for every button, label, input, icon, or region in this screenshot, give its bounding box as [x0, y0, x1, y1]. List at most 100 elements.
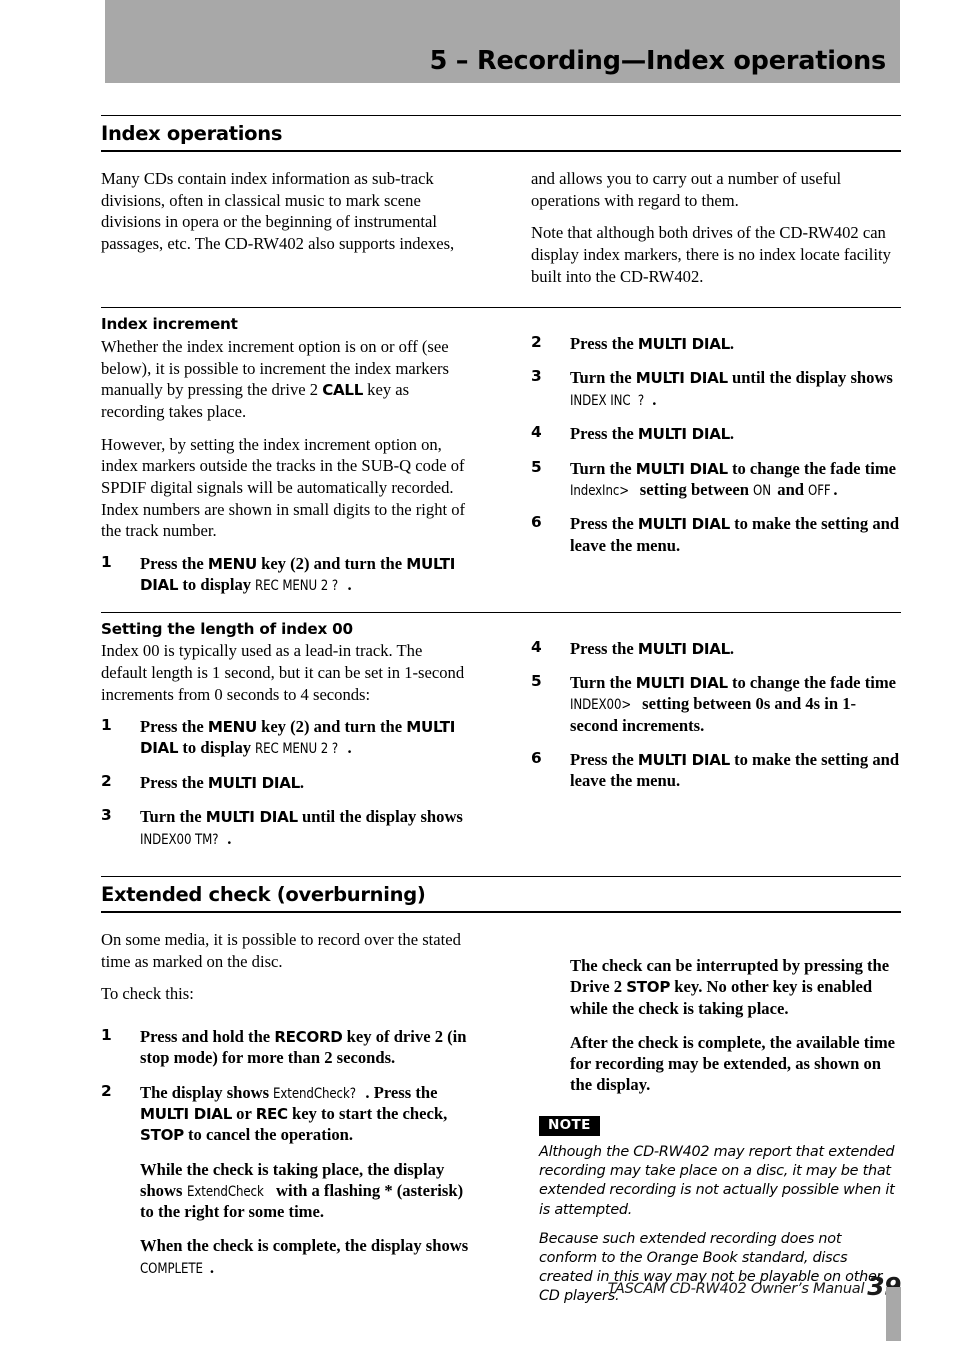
- asterisk-glyph: *: [384, 1180, 393, 1200]
- page-footer: TASCAM CD-RW402 Owner’s Manual 39: [0, 1272, 902, 1301]
- note-paragraph: Although the CD-RW402 may report that ex…: [539, 1144, 895, 1218]
- key-menu: MENU: [207, 554, 257, 573]
- step-item: 5 Turn the MULTI DIAL to change the fade…: [531, 671, 897, 735]
- section-index-operations: Index operations Many CDs contain index …: [101, 115, 901, 298]
- key-multi-dial: MULTI DIAL: [637, 639, 730, 658]
- paragraph: Note that although both drives of the CD…: [531, 223, 891, 286]
- step-number: 6: [531, 748, 542, 767]
- key-multi-dial: MULTI DIAL: [637, 425, 730, 444]
- step-item: 2 Press the MULTI DIAL.: [101, 772, 305, 793]
- footer-text: TASCAM CD-RW402 Owner’s Manual: [607, 1280, 865, 1297]
- section-extended-check: Extended check (overburning) On some med…: [101, 876, 901, 1316]
- step-number: 2: [101, 1081, 112, 1100]
- step-list-right: 4 Press the MULTI DIAL. 5 Turn the MULTI…: [531, 638, 901, 792]
- step-number: 4: [531, 423, 542, 442]
- paragraph: Index 00 is typically used as a lead-in …: [101, 641, 465, 704]
- step-list-left: 1 Press and hold the RECORD key of drive…: [101, 1026, 471, 1145]
- step-item: 4 Press the MULTI DIAL.: [531, 637, 735, 658]
- subsection-heading: Index increment: [101, 315, 238, 334]
- step-number: 5: [531, 457, 542, 476]
- key-multi-dial: MULTI DIAL: [635, 459, 728, 478]
- section-index-increment: Index increment Whether the index increm…: [101, 307, 901, 608]
- step-item: 3 Turn the MULTI DIAL until the display …: [531, 367, 893, 409]
- key-multi-dial: MULTI DIAL: [635, 673, 728, 692]
- step-number: 2: [531, 333, 542, 352]
- step-item: 4 Press the MULTI DIAL.: [531, 423, 735, 444]
- step-item: 5 Turn the MULTI DIAL to change the fade…: [531, 457, 897, 499]
- step-number: 4: [531, 637, 542, 656]
- step-item: 6 Press the MULTI DIAL to make the setti…: [531, 748, 900, 791]
- two-column-body: On some media, it is possible to record …: [101, 929, 901, 1316]
- paragraph: On some media, it is possible to record …: [101, 930, 461, 971]
- key-multi-dial: MULTI DIAL: [637, 515, 730, 534]
- step-number: 1: [101, 552, 112, 571]
- key-rec: REC: [255, 1105, 288, 1124]
- lcd-text: REC MENU 2 ?: [255, 577, 339, 595]
- lcd-text: REC MENU 2 ?: [255, 740, 339, 758]
- lcd-text: ExtendCheck?: [273, 1084, 357, 1102]
- step-number: 2: [101, 772, 112, 791]
- section-heading: Extended check (overburning): [101, 883, 426, 907]
- key-multi-dial: MULTI DIAL: [635, 369, 728, 388]
- column-left: Setting the length of index 00 Index 00 …: [101, 613, 501, 863]
- lcd-text: INDEX00 TM?: [140, 830, 219, 848]
- step-item: 1 Press the MENU key (2) and turn the MU…: [101, 552, 456, 595]
- key-stop: STOP: [626, 978, 671, 997]
- note-badge: NOTE: [539, 1116, 600, 1137]
- step-number: 3: [101, 806, 112, 825]
- two-column-body: Setting the length of index 00 Index 00 …: [101, 613, 901, 863]
- paragraph: Many CDs contain index information as su…: [101, 169, 455, 253]
- key-multi-dial: MULTI DIAL: [207, 774, 300, 793]
- column-right: The check can be interrupted by pressing…: [501, 929, 901, 1316]
- subsection-heading: Setting the length of index 00: [101, 619, 353, 638]
- lcd-text: INDEX INC ?: [570, 391, 645, 409]
- column-left: Index increment Whether the index increm…: [101, 308, 501, 608]
- lcd-value-off: OFF: [808, 481, 831, 499]
- step-continuation: The check can be interrupted by pressing…: [570, 956, 890, 1018]
- key-multi-dial: MULTI DIAL: [637, 750, 730, 769]
- step-continuation: After the check is complete, the availab…: [570, 1032, 896, 1095]
- step-item: 1 Press and hold the RECORD key of drive…: [101, 1026, 467, 1068]
- section-heading-rules: Extended check (overburning): [101, 876, 901, 914]
- section-heading-rules: Index operations: [101, 115, 901, 153]
- key-multi-dial: MULTI DIAL: [637, 335, 730, 354]
- key-menu: MENU: [207, 718, 257, 737]
- lcd-value-on: ON: [753, 481, 772, 499]
- column-right: 4 Press the MULTI DIAL. 5 Turn the MULTI…: [501, 613, 901, 863]
- step-item: 2 Press the MULTI DIAL.: [531, 333, 735, 354]
- column-left: Many CDs contain index information as su…: [101, 168, 501, 298]
- section-heading: Index operations: [101, 122, 283, 145]
- step-number: 5: [531, 671, 542, 690]
- lcd-text: IndexInc>: [570, 481, 630, 499]
- step-list-left: 1 Press the MENU key (2) and turn the MU…: [101, 553, 471, 596]
- key-multi-dial: MULTI DIAL: [140, 1105, 233, 1124]
- step-item: 1 Press the MENU key (2) and turn the MU…: [101, 716, 456, 758]
- step-number: 1: [101, 716, 112, 735]
- step-number: 3: [531, 367, 542, 386]
- lcd-text: ExtendCheck: [186, 1182, 264, 1200]
- step-continuation: While the check is taking place, the dis…: [140, 1159, 464, 1222]
- key-stop: STOP: [140, 1126, 184, 1145]
- edge-thumb-tab: [886, 1287, 901, 1341]
- two-column-body: Many CDs contain index information as su…: [101, 168, 901, 298]
- step-list-left: 1 Press the MENU key (2) and turn the MU…: [101, 716, 471, 849]
- paragraph: To check this:: [101, 984, 194, 1004]
- step-number: 1: [101, 1026, 112, 1045]
- step-item: 3 Turn the MULTI DIAL until the display …: [101, 806, 463, 848]
- column-left: On some media, it is possible to record …: [101, 929, 501, 1316]
- key-record: RECORD: [274, 1028, 343, 1047]
- column-right: and allows you to carry out a number of …: [501, 168, 901, 298]
- step-list-right: 2 Press the MULTI DIAL. 3 Turn the MULTI…: [531, 333, 901, 556]
- step-item: 6 Press the MULTI DIAL to make the setti…: [531, 513, 900, 555]
- column-right: 2 Press the MULTI DIAL. 3 Turn the MULTI…: [501, 308, 901, 608]
- step-number: 6: [531, 513, 542, 532]
- lcd-text: INDEX00>: [570, 696, 632, 714]
- page-content: Index operations Many CDs contain index …: [101, 0, 901, 1316]
- two-column-body: Index increment Whether the index increm…: [101, 308, 901, 608]
- key-call: CALL: [322, 381, 364, 400]
- step-item: 2 The display shows ExtendCheck?. Press …: [101, 1081, 448, 1145]
- paragraph: Whether the index increment option is on…: [101, 336, 449, 421]
- section-index-00-length: Setting the length of index 00 Index 00 …: [101, 611, 901, 863]
- paragraph: However, by setting the index increment …: [101, 434, 466, 541]
- key-multi-dial: MULTI DIAL: [205, 808, 298, 827]
